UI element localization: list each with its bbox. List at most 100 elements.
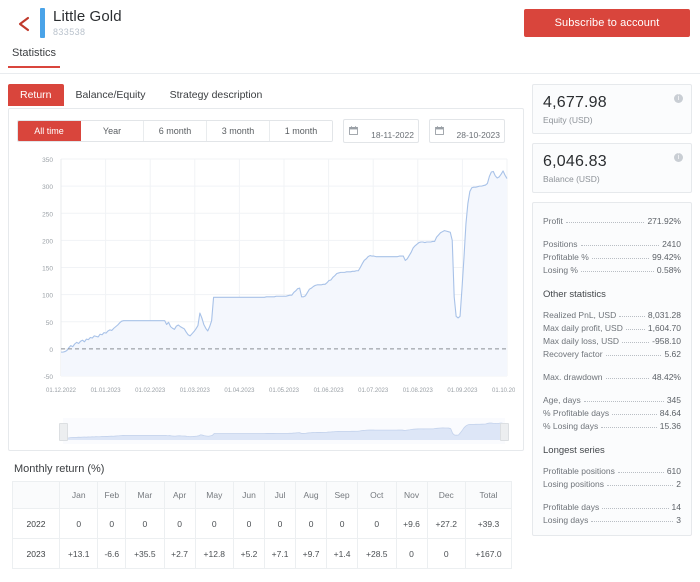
subtab-return[interactable]: Return xyxy=(8,84,64,106)
cell-total: +39.3 xyxy=(464,508,513,539)
cell-dec: 0 xyxy=(426,538,466,569)
range-slider-handle-right[interactable] xyxy=(500,423,509,441)
col-header-sep: Sep xyxy=(326,481,359,509)
stat-row: Realized PnL, USD 8,031.28 xyxy=(543,307,681,320)
return-subtabs: Return Balance/Equity Strategy descripti… xyxy=(8,84,524,108)
chevron-left-icon xyxy=(17,16,31,32)
svg-text:-50: -50 xyxy=(44,374,54,381)
svg-text:01.05.2023: 01.05.2023 xyxy=(269,388,300,394)
svg-text:01.04.2023: 01.04.2023 xyxy=(224,388,255,394)
cell-oct: +28.5 xyxy=(357,538,397,569)
balance-label: Balance (USD) xyxy=(543,174,600,184)
stats-group-longest-positions: Profitable positions 610 Losing positions 2 xyxy=(543,463,681,489)
balance-card: 6,046.83 Balance (USD) i xyxy=(532,143,692,193)
range-slider-handle-left[interactable] xyxy=(59,423,68,441)
stat-value: 2410 xyxy=(662,239,681,249)
col-header-aug: Aug xyxy=(295,481,328,509)
monthly-return-header-row: Jan Feb Mar Apr May Jun Jul Aug Sep Oct … xyxy=(12,481,513,509)
svg-text:01.06.2023: 01.06.2023 xyxy=(314,388,345,394)
monthly-return-title: Monthly return (%) xyxy=(14,463,105,475)
col-header-jul: Jul xyxy=(264,481,297,509)
chart-range-slider[interactable] xyxy=(17,418,515,444)
period-all-time[interactable]: All time xyxy=(18,121,81,141)
dot-leader xyxy=(605,348,662,356)
period-segmented-control: All time Year 6 month 3 month 1 month xyxy=(17,120,333,142)
stat-row: % Profitable days 84.64 xyxy=(543,405,681,418)
table-row: 2022 0 0 0 0 0 0 0 0 0 0 +9.6 +27.2 +39.3 xyxy=(12,508,513,539)
left-column: Return Balance/Equity Strategy descripti… xyxy=(8,84,524,569)
cell-feb: -6.6 xyxy=(97,538,127,569)
col-header-may: May xyxy=(194,481,235,509)
cell-mar: +35.5 xyxy=(125,538,165,569)
tab-statistics[interactable]: Statistics xyxy=(8,47,61,68)
stat-row: Max. drawdown 48.42% xyxy=(543,369,681,382)
return-chart[interactable]: -50 0 50 100 150 200 250 300 350 01.12.2022 01.01.… xyxy=(17,151,515,416)
subtab-strategy-description[interactable]: Strategy description xyxy=(158,84,275,106)
stat-key: Profitable % xyxy=(543,252,589,262)
stat-row: Max daily loss, USD -958.10 xyxy=(543,333,681,346)
svg-text:50: 50 xyxy=(46,320,54,327)
account-title-block: Little Gold 833538 xyxy=(40,8,122,38)
right-column: 4,677.98 Equity (USD) i 6,046.83 Balance… xyxy=(532,84,692,569)
stats-group-longest-days: Profitable days 14 Losing days 3 xyxy=(543,499,681,525)
stat-value: 8,031.28 xyxy=(647,310,681,320)
stat-key: % Losing days xyxy=(543,421,599,431)
stats-group-drawdown: Max. drawdown 48.42% xyxy=(543,369,681,382)
back-button[interactable] xyxy=(12,12,36,36)
statistics-card: Profit 271.92% Positions 2410 Profitable % 9… xyxy=(532,202,692,536)
dot-leader xyxy=(565,215,645,223)
stat-row: Recovery factor 5.62 xyxy=(543,346,681,359)
stat-row: Losing positions 2 xyxy=(543,476,681,489)
stat-row: Max daily profit, USD 1,604.70 xyxy=(543,320,681,333)
cell-oct: 0 xyxy=(357,508,397,539)
info-icon[interactable]: i xyxy=(674,94,683,103)
stat-key: Profit xyxy=(543,216,563,226)
page-tabstrip: Statistics xyxy=(0,47,700,74)
dot-leader xyxy=(606,478,674,486)
period-3-month[interactable]: 3 month xyxy=(207,121,270,141)
svg-text:01.01.2023: 01.01.2023 xyxy=(91,388,122,394)
svg-text:150: 150 xyxy=(42,266,53,273)
stat-key: Positions xyxy=(543,239,578,249)
dot-leader xyxy=(583,394,664,402)
stat-key: Losing positions xyxy=(543,479,604,489)
svg-text:01.08.2023: 01.08.2023 xyxy=(403,388,434,394)
account-id: 833538 xyxy=(53,27,86,37)
stat-row: Age, days 345 xyxy=(543,392,681,405)
cell-may: +12.8 xyxy=(194,538,235,569)
stat-key: Profitable positions xyxy=(543,466,615,476)
dot-leader xyxy=(591,251,650,259)
stats-group-other: Realized PnL, USD 8,031.28 Max daily profi… xyxy=(543,307,681,359)
col-header-oct: Oct xyxy=(357,481,397,509)
cell-jul: 0 xyxy=(264,508,297,539)
stat-key: Max daily loss, USD xyxy=(543,336,620,346)
period-6-month[interactable]: 6 month xyxy=(144,121,207,141)
cell-year: 2022 xyxy=(12,508,60,539)
dot-leader xyxy=(605,371,650,379)
subtab-balance-equity[interactable]: Balance/Equity xyxy=(64,84,158,106)
stat-key: Realized PnL, USD xyxy=(543,310,617,320)
svg-text:350: 350 xyxy=(42,157,53,164)
col-header-mar: Mar xyxy=(125,481,165,509)
info-icon[interactable]: i xyxy=(674,153,683,162)
svg-text:01.02.2023: 01.02.2023 xyxy=(135,388,166,394)
date-from-field[interactable]: 18-11-2022 xyxy=(343,119,419,143)
stat-row: Losing % 0.58% xyxy=(543,262,681,275)
cell-aug: 0 xyxy=(295,508,328,539)
stat-value: -958.10 xyxy=(652,336,681,346)
date-to-field[interactable]: 28-10-2023 xyxy=(429,119,505,143)
period-year[interactable]: Year xyxy=(81,121,144,141)
monthly-return-body: 2022 0 0 0 0 0 0 0 0 0 0 +9.6 +27.2 +39.3 2023 +13.1 -6.… xyxy=(12,508,513,569)
other-statistics-title: Other statistics xyxy=(543,289,606,300)
stat-value: 2 xyxy=(676,479,681,489)
dot-leader xyxy=(612,407,657,415)
return-panel: All time Year 6 month 3 month 1 month 18… xyxy=(8,108,524,451)
stat-value: 610 xyxy=(666,466,681,476)
dot-leader xyxy=(602,501,669,509)
period-1-month[interactable]: 1 month xyxy=(270,121,332,141)
subscribe-to-account-button[interactable]: Subscribe to account xyxy=(524,9,690,37)
